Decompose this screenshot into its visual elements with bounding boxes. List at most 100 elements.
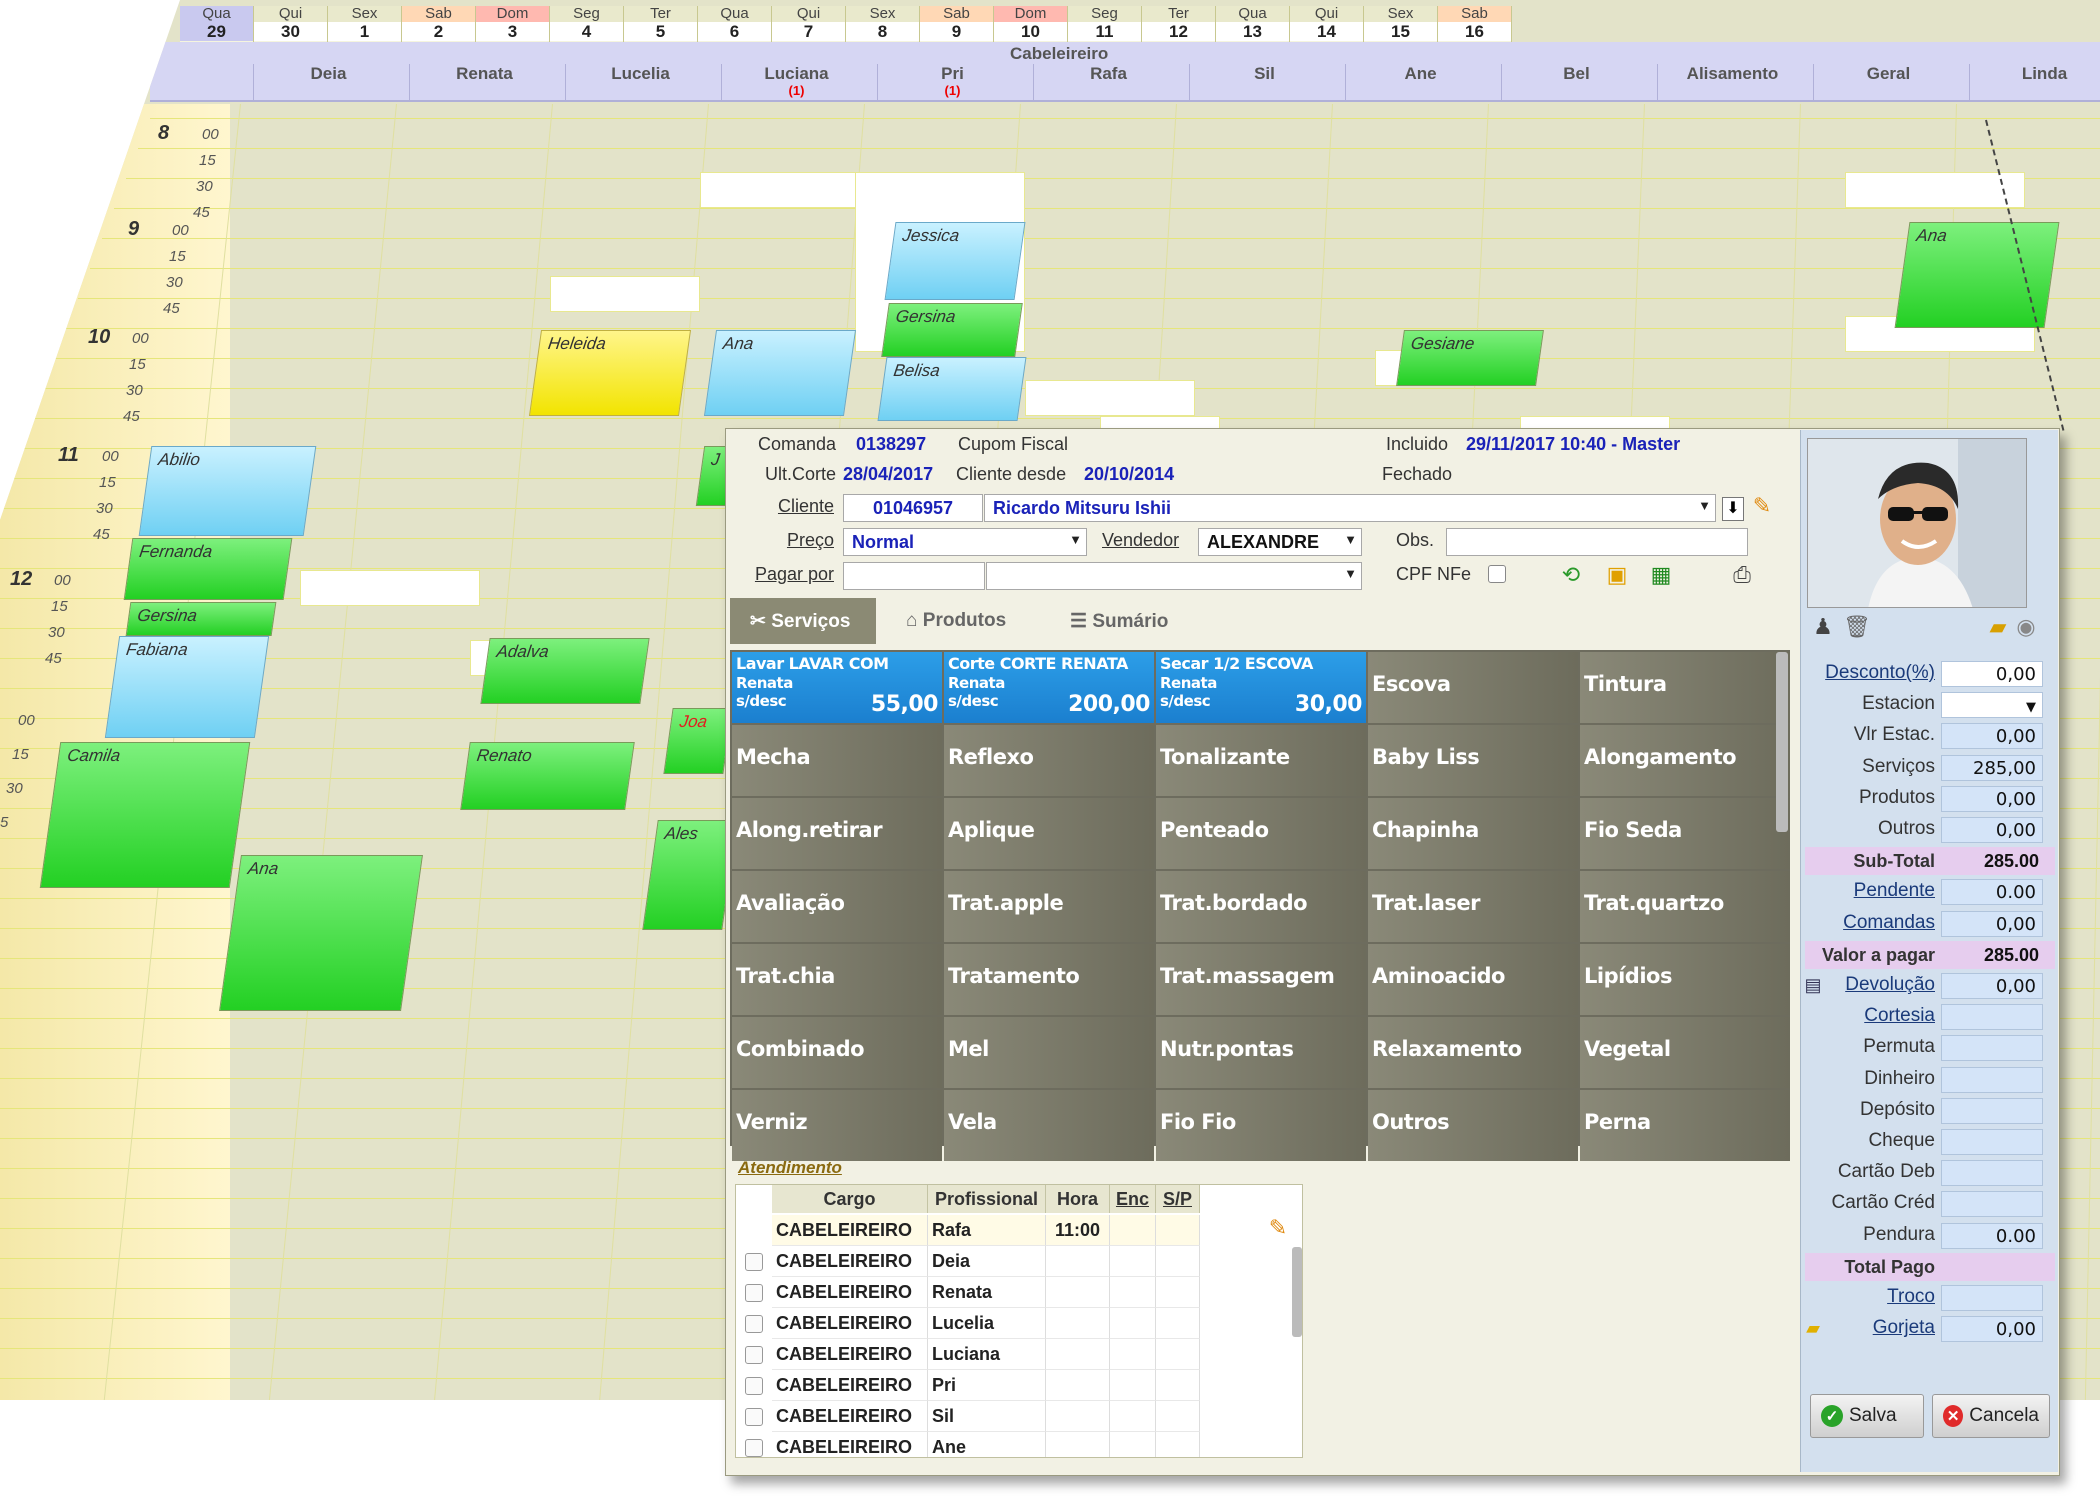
appointment-block[interactable]: Gersina: [125, 602, 277, 636]
appointment-block[interactable]: Heleida: [528, 330, 692, 416]
service-button[interactable]: Trat.quartzo: [1580, 871, 1790, 942]
cell-empty[interactable]: [1156, 1432, 1200, 1457]
service-button[interactable]: Vela: [944, 1090, 1154, 1161]
row-checkbox[interactable]: [745, 1345, 763, 1364]
row-checkbox[interactable]: [745, 1407, 763, 1426]
permuta-field[interactable]: [1941, 1035, 2043, 1062]
service-button[interactable]: Outros: [1368, 1090, 1578, 1161]
cell-empty[interactable]: [1156, 1215, 1200, 1246]
cell-empty[interactable]: [1156, 1246, 1200, 1277]
edit-icon[interactable]: ✎: [1266, 1217, 1290, 1239]
table-row[interactable]: CABELEIREIRO Renata: [736, 1277, 1200, 1308]
pendente-label[interactable]: Pendente: [1801, 880, 1935, 902]
service-button[interactable]: Tonalizante: [1156, 725, 1366, 796]
preco-select[interactable]: Normal ▼: [843, 528, 1087, 556]
history-icon[interactable]: ⟲: [1558, 564, 1584, 586]
service-button[interactable]: Verniz: [732, 1090, 942, 1161]
devolucao-field[interactable]: 0,00: [1941, 973, 2043, 999]
day-cell[interactable]: Sab 9: [920, 6, 994, 42]
cell-empty[interactable]: [1156, 1339, 1200, 1370]
free-slot[interactable]: [300, 570, 480, 606]
service-button[interactable]: Trat.massagem: [1156, 944, 1366, 1015]
appointment-block[interactable]: Jessica: [884, 222, 1026, 300]
cell-empty[interactable]: [1110, 1432, 1156, 1457]
row-checkbox[interactable]: [745, 1283, 763, 1302]
free-slot[interactable]: [550, 276, 700, 312]
free-slot[interactable]: [1845, 172, 2025, 208]
calculator-icon[interactable]: ▤: [1803, 974, 1823, 996]
free-slot[interactable]: [1025, 380, 1195, 416]
service-button[interactable]: Tintura: [1580, 652, 1790, 723]
appointment-block[interactable]: Ana: [703, 330, 857, 416]
estacion-field[interactable]: ▼: [1941, 692, 2043, 719]
desconto-label[interactable]: Desconto(%): [1801, 662, 1935, 684]
service-button[interactable]: Along.retirar: [732, 798, 942, 869]
outros-field[interactable]: 0,00: [1941, 817, 2043, 843]
appointment-block[interactable]: Ales: [642, 820, 738, 930]
service-button[interactable]: Chapinha: [1368, 798, 1578, 869]
day-cell[interactable]: Ter 5: [624, 6, 698, 42]
day-cell[interactable]: Sex 15: [1364, 6, 1438, 42]
appointment-block[interactable]: Camila: [39, 742, 251, 888]
selected-service-tile[interactable]: Secar 1/2 ESCOVA Renata s/desc 30,00: [1156, 652, 1366, 723]
professional-column-header[interactable]: Linda: [1969, 64, 2100, 100]
day-cell[interactable]: Sex 8: [846, 6, 920, 42]
cell-empty[interactable]: [1156, 1277, 1200, 1308]
professional-column-header[interactable]: Bel: [1501, 64, 1651, 100]
row-checkbox[interactable]: [745, 1252, 763, 1271]
atendimento-title[interactable]: Atendimento: [738, 1158, 842, 1178]
day-cell[interactable]: Qua 13: [1216, 6, 1290, 42]
desconto-field[interactable]: 0,00: [1941, 661, 2043, 687]
selected-service-tile[interactable]: Lavar LAVAR COM Renata s/desc 55,00: [732, 652, 942, 723]
calendar-icon[interactable]: ▦: [1648, 564, 1674, 586]
service-button[interactable]: Baby Liss: [1368, 725, 1578, 796]
cell-empty[interactable]: [1110, 1246, 1156, 1277]
appointment-block[interactable]: Ana: [219, 855, 423, 1011]
professional-column-header[interactable]: Sil: [1189, 64, 1339, 100]
professional-column-header[interactable]: Geral: [1813, 64, 1963, 100]
professional-column-header[interactable]: Rafa: [1033, 64, 1183, 100]
day-cell[interactable]: Seg 11: [1068, 6, 1142, 42]
cliente-code-input[interactable]: 01046957: [843, 494, 983, 522]
service-button[interactable]: Tratamento: [944, 944, 1154, 1015]
service-button[interactable]: Trat.bordado: [1156, 871, 1366, 942]
appointment-block[interactable]: Adalva: [480, 638, 650, 704]
professional-column-header[interactable]: Alisamento: [1657, 64, 1807, 100]
produtos-field[interactable]: 0,00: [1941, 785, 2043, 812]
preco-link[interactable]: Preço: [740, 530, 834, 551]
comandas-label[interactable]: Comandas: [1801, 912, 1935, 934]
cartao-deb-field[interactable]: [1941, 1160, 2043, 1187]
cliente-link[interactable]: Cliente: [740, 496, 834, 517]
day-cell[interactable]: Qui 7: [772, 6, 846, 42]
printer-icon[interactable]: ⎙: [1728, 564, 1756, 586]
pencil-icon[interactable]: ✎: [1750, 495, 1774, 517]
cell-empty[interactable]: [1110, 1401, 1156, 1432]
appointment-block[interactable]: Fabiana: [104, 636, 270, 738]
column-header[interactable]: S/P: [1156, 1185, 1200, 1213]
professional-column-header[interactable]: Luciana (1): [721, 64, 871, 100]
service-button[interactable]: Fio Seda: [1580, 798, 1790, 869]
day-cell[interactable]: Sex 1: [328, 6, 402, 42]
service-button[interactable]: Alongamento: [1580, 725, 1790, 796]
service-button[interactable]: Mecha: [732, 725, 942, 796]
cell-empty[interactable]: [1110, 1277, 1156, 1308]
folder-icon[interactable]: ▰: [1985, 616, 2011, 638]
vlr-estac-field[interactable]: 0,00: [1941, 723, 2043, 750]
appointment-block[interactable]: Fernanda: [123, 538, 293, 600]
cortesia-label[interactable]: Cortesia: [1801, 1005, 1935, 1027]
services-scrollbar[interactable]: [1776, 652, 1788, 832]
day-cell[interactable]: Ter 12: [1142, 6, 1216, 42]
service-button[interactable]: Trat.chia: [732, 944, 942, 1015]
user-icon[interactable]: ♟: [1811, 616, 1835, 638]
deposito-field[interactable]: [1941, 1097, 2043, 1124]
day-cell[interactable]: Sab 2: [402, 6, 476, 42]
cell-empty[interactable]: [1156, 1401, 1200, 1432]
servicos-field[interactable]: 285,00: [1941, 754, 2043, 781]
tab-servicos[interactable]: ✂ Serviços: [730, 598, 876, 644]
cell-empty[interactable]: [1110, 1370, 1156, 1401]
tab-produtos[interactable]: ⌂ Produtos: [886, 598, 1046, 644]
pendura-field[interactable]: 0.00: [1941, 1222, 2043, 1249]
cpf-nfe-checkbox[interactable]: [1488, 565, 1506, 583]
service-button[interactable]: Relaxamento: [1368, 1017, 1578, 1088]
table-scrollbar[interactable]: [1292, 1247, 1302, 1337]
